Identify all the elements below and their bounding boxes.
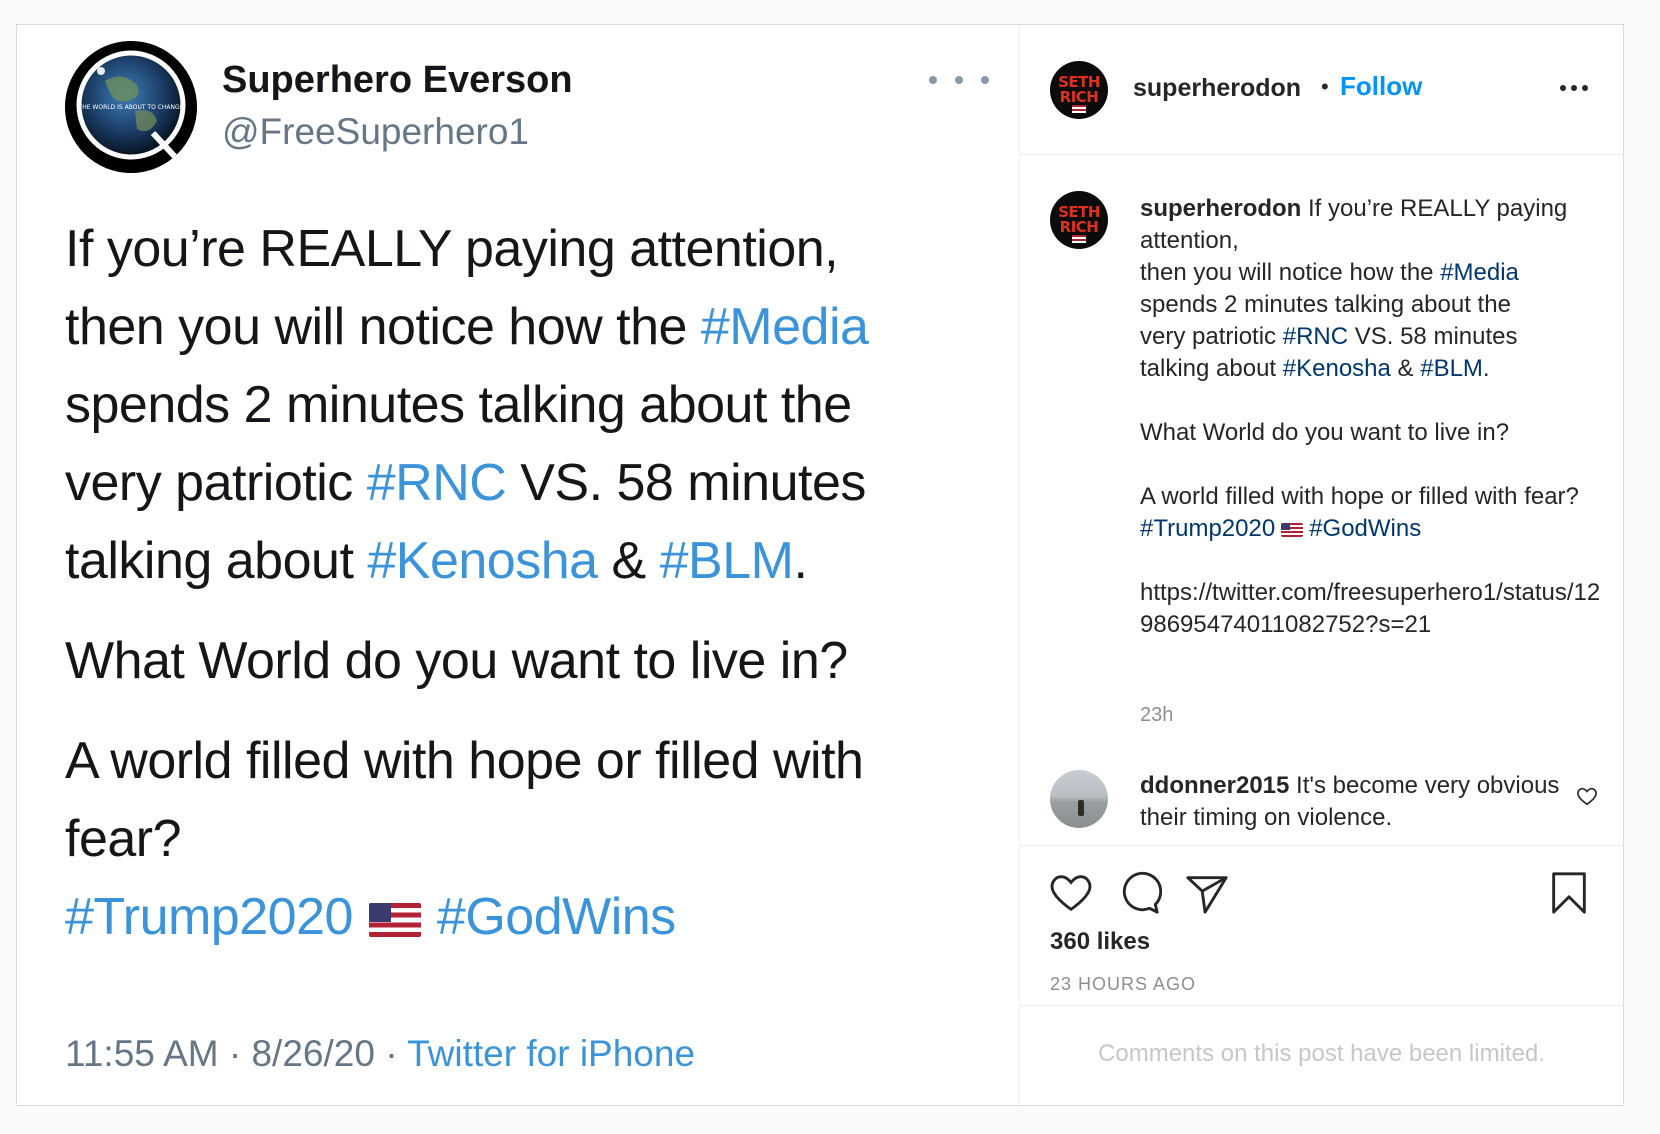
tweet-line: spends 2 minutes talking about the xyxy=(65,376,852,434)
avatar-logo-text: SETH RICH xyxy=(1058,203,1100,236)
caption-timestamp[interactable]: 23h xyxy=(1140,704,1173,727)
post-frame: THE WORLD IS ABOUT TO CHANGE Superhero E… xyxy=(16,24,1624,1106)
more-options-icon[interactable] xyxy=(1560,85,1588,93)
hashtag-trump2020-link[interactable]: #Trump2020 xyxy=(1140,515,1275,542)
q-globe-icon: THE WORLD IS ABOUT TO CHANGE xyxy=(65,41,197,173)
tweet-line: very patriotic #RNC VS. 58 minutes xyxy=(65,454,866,512)
hashtag-kenosha: #Kenosha xyxy=(367,532,598,590)
svg-text:THE WORLD IS ABOUT TO CHANGE: THE WORLD IS ABOUT TO CHANGE xyxy=(78,104,184,111)
caption-username[interactable]: superherodon xyxy=(1140,195,1301,222)
us-flag-icon xyxy=(1281,522,1304,537)
comment-like-heart-icon[interactable] xyxy=(1576,785,1598,807)
tweet-line: fear? xyxy=(65,810,182,868)
tweet-source: Twitter for iPhone xyxy=(407,1033,696,1074)
hashtag-blm: #BLM xyxy=(659,532,794,590)
comments-limited-notice: Comments on this post have been limited. xyxy=(1020,1005,1623,1107)
commenter-username[interactable]: ddonner2015 xyxy=(1140,772,1289,799)
flag-icon xyxy=(1072,235,1086,243)
likes-count[interactable]: 360 likes xyxy=(1050,928,1150,956)
tweet-more-icon xyxy=(929,65,989,95)
hashtag-godwins: #GodWins xyxy=(436,888,676,946)
hashtag-trump2020: #Trump2020 xyxy=(65,888,353,946)
comment: ddonner2015 It's become very obvious the… xyxy=(1140,770,1560,834)
us-flag-icon xyxy=(368,903,421,938)
follow-button[interactable]: Follow xyxy=(1340,71,1422,102)
author-username[interactable]: superherodon xyxy=(1133,74,1301,103)
separator-dot: • xyxy=(1321,74,1329,99)
tweet-meta: 11:55 AM · 8/26/20 · Twitter for iPhone xyxy=(65,1033,696,1074)
tweet-line: talking about #Kenosha & #BLM. xyxy=(65,532,808,590)
post-timestamp[interactable]: 23 HOURS AGO xyxy=(1050,974,1196,995)
post-image: THE WORLD IS ABOUT TO CHANGE Superhero E… xyxy=(17,25,1020,1105)
tweet-avatar: THE WORLD IS ABOUT TO CHANGE xyxy=(65,41,197,173)
hashtag-kenosha-link[interactable]: #Kenosha xyxy=(1283,355,1391,382)
tweet-author-name[interactable]: Superhero Everson xyxy=(222,59,573,102)
share-send-icon[interactable] xyxy=(1184,870,1230,916)
tweet-line: What World do you want to live in? xyxy=(65,632,848,690)
author-avatar[interactable]: SETH RICH xyxy=(1050,61,1108,119)
tweet-line: then you will notice how the #Media xyxy=(65,298,869,356)
comment-bubble-icon[interactable] xyxy=(1116,870,1162,916)
flag-icon xyxy=(1072,105,1086,113)
bookmark-save-icon[interactable] xyxy=(1546,870,1592,916)
commenter-avatar[interactable] xyxy=(1050,770,1108,828)
hashtag-rnc-link[interactable]: #RNC xyxy=(1283,323,1348,350)
tweet-author-handle[interactable]: @FreeSuperhero1 xyxy=(222,111,529,153)
caption-avatar[interactable]: SETH RICH xyxy=(1050,191,1108,249)
tweet-line: #Trump2020 #GodWins xyxy=(65,878,965,956)
post-header: SETH RICH superherodon • Follow xyxy=(1020,25,1623,155)
hashtag-rnc: #RNC xyxy=(366,454,507,512)
tweet-text: If you’re REALLY paying attention, then … xyxy=(65,210,965,956)
post-actions: 360 likes 23 HOURS AGO xyxy=(1020,845,1623,1005)
post-caption: superherodon If you’re REALLY paying att… xyxy=(1140,193,1610,641)
caption-url: https://twitter.com/freesuperhero1/statu… xyxy=(1140,579,1601,638)
tweet-line: A world filled with hope or filled with xyxy=(65,732,864,790)
avatar-logo-text: SETH RICH xyxy=(1058,73,1100,106)
like-heart-icon[interactable] xyxy=(1048,870,1094,916)
post-sidebar: SETH RICH superherodon • Follow SETH RIC… xyxy=(1020,25,1623,1105)
hashtag-godwins-link[interactable]: #GodWins xyxy=(1309,515,1421,542)
hashtag-blm-link[interactable]: #BLM xyxy=(1420,355,1483,382)
tweet-line: If you’re REALLY paying attention, xyxy=(65,220,839,278)
hashtag-media-link[interactable]: #Media xyxy=(1440,259,1519,286)
hashtag-media: #Media xyxy=(700,298,869,356)
